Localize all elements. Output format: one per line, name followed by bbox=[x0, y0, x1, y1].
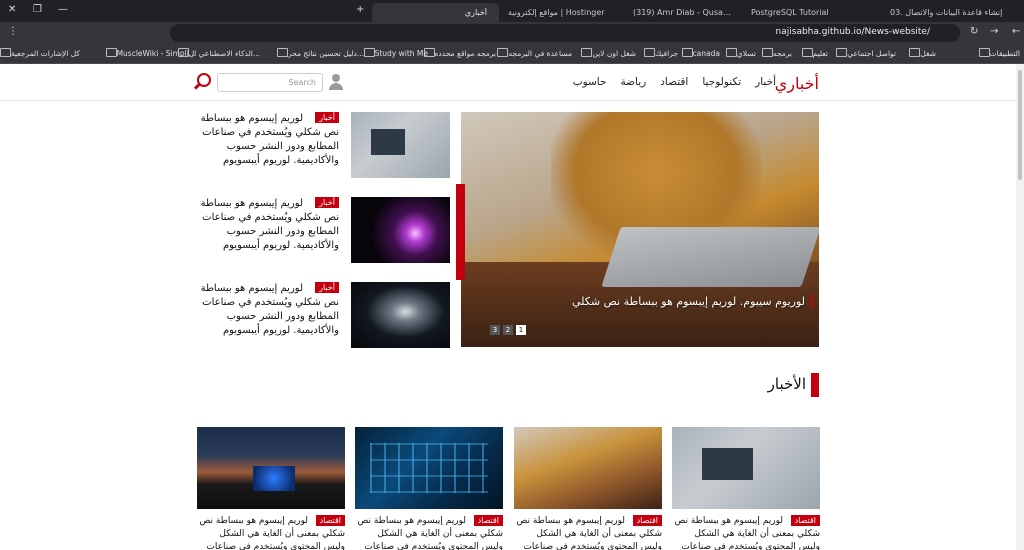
bookmark[interactable]: جرافيك bbox=[641, 48, 678, 58]
bookmark[interactable]: شغل اون لاين bbox=[578, 48, 636, 58]
bookmark[interactable]: Study with Me bbox=[361, 48, 428, 58]
nav-link-computer[interactable]: حاسوب bbox=[573, 76, 607, 88]
browser-toolbar: ⋮ ☆ ← → ↻ najisabha.github.io/News-websi… bbox=[0, 22, 1024, 44]
bookmark[interactable]: برمجه مواقع محدده bbox=[421, 48, 497, 58]
nav-link-economy[interactable]: اقتصاد bbox=[660, 76, 688, 88]
bookmark[interactable]: برمجه bbox=[759, 48, 792, 58]
search-icon[interactable] bbox=[197, 73, 211, 87]
side-news-item[interactable]: لوريم إيبسوم هو ببساطة نص شكلي ويُستخدم … bbox=[200, 197, 450, 263]
hero-caption[interactable]: لوريوم سيبوم. لوريم إيبسوم هو ببساطة نص … bbox=[572, 295, 813, 308]
browser-tab[interactable]: (319) Amr Diab - Qusad Einy | bbox=[625, 3, 742, 22]
search-input[interactable] bbox=[217, 73, 323, 92]
side-news-image bbox=[351, 282, 450, 348]
news-card-image bbox=[672, 427, 820, 509]
bookmark[interactable]: MuscleWiki - Simpli... bbox=[103, 48, 196, 58]
section-title: الأخبار bbox=[767, 375, 806, 393]
slider-page-button[interactable]: 3 bbox=[490, 325, 500, 335]
slider-page-button[interactable]: 2 bbox=[503, 325, 513, 335]
news-card[interactable]: لوريم إيبسوم هو ببساطة نص شكلي بمعنى أن … bbox=[672, 427, 820, 550]
nav-link-technology[interactable]: تكنولوجيا bbox=[702, 76, 741, 88]
site-header: أخباري أخبار تكنولوجيا اقتصاد رياضة حاسو… bbox=[0, 64, 1016, 101]
bookmark[interactable]: شغل bbox=[906, 48, 936, 58]
back-icon[interactable]: ← bbox=[1012, 26, 1020, 37]
hero-accent-bar bbox=[456, 184, 465, 280]
category-badge[interactable]: أخبار bbox=[315, 197, 339, 208]
section-title-bar bbox=[811, 373, 819, 397]
tab-title: أخباري bbox=[464, 8, 487, 17]
tab-title: 03. إنشاء قاعدة البيانات والاتصال bbox=[890, 8, 1003, 17]
browser-tab[interactable]: 03. إنشاء قاعدة البيانات والاتصال bbox=[882, 3, 1024, 22]
tab-title: (319) Amr Diab - Qusad Einy | bbox=[633, 8, 734, 17]
url-text: najisabha.github.io/News-website/ bbox=[775, 27, 930, 37]
new-tab-icon[interactable]: + bbox=[356, 4, 364, 15]
browser-tab[interactable]: PostgreSQL Tutorial bbox=[743, 3, 881, 22]
category-badge[interactable]: اقتصاد bbox=[473, 515, 503, 526]
bookmark[interactable]: كل الإشارات المرجعية bbox=[0, 48, 80, 58]
nav-link-sports[interactable]: رياضة bbox=[621, 76, 647, 88]
menu-icon[interactable]: ⋮ bbox=[8, 26, 18, 37]
bookmarks-bar: التطبيقات شغل تواصل اجتماعي تعليم برمجه … bbox=[0, 44, 1024, 64]
user-icon[interactable] bbox=[328, 73, 344, 91]
news-card[interactable]: لوريم إيبسوم هو ببساطة نص شكلي بمعنى أن … bbox=[197, 427, 345, 550]
bookmark[interactable]: التطبيقات bbox=[976, 48, 1020, 58]
minimize-window-icon[interactable]: — bbox=[58, 4, 68, 15]
scrollbar-thumb[interactable] bbox=[1018, 70, 1022, 180]
nav-link-news[interactable]: أخبار bbox=[755, 76, 776, 88]
site-logo[interactable]: أخباري bbox=[775, 74, 819, 93]
bookmark[interactable]: مساعدة في البرمجه bbox=[494, 48, 572, 58]
news-card-image bbox=[514, 427, 662, 509]
tab-title: مواقع إلكترونية | Hostinger bbox=[508, 8, 605, 17]
category-badge[interactable]: اقتصاد bbox=[315, 515, 345, 526]
bookmark[interactable]: تواصل اجتماعي bbox=[833, 48, 896, 58]
reload-icon[interactable]: ↻ bbox=[970, 26, 978, 37]
bookmark[interactable]: تعليم bbox=[799, 48, 828, 58]
browser-tab[interactable]: مواقع إلكترونية | Hostinger bbox=[500, 3, 624, 22]
browser-tab-bar: ✕ ❐ — + 03. إنشاء قاعدة البيانات والاتصا… bbox=[0, 0, 1024, 22]
hero-slider[interactable] bbox=[461, 112, 819, 347]
address-bar[interactable]: najisabha.github.io/News-website/ bbox=[170, 24, 960, 42]
bookmark[interactable]: canada bbox=[679, 48, 720, 58]
side-news-image bbox=[351, 112, 450, 178]
side-news-item[interactable]: لوريم إيبسوم هو ببساطة نص شكلي ويُستخدم … bbox=[200, 112, 450, 178]
slider-pagination: 3 2 1 bbox=[490, 325, 526, 335]
news-card[interactable]: لوريم إيبسوم هو ببساطة نص شكلي بمعنى أن … bbox=[355, 427, 503, 550]
side-news-item[interactable]: لوريم إيبسوم هو ببساطة نص شكلي ويُستخدم … bbox=[200, 282, 450, 348]
close-window-icon[interactable]: ✕ bbox=[8, 4, 16, 15]
category-badge[interactable]: أخبار bbox=[315, 282, 339, 293]
bookmark[interactable]: تسلاي bbox=[723, 48, 756, 58]
main-nav: أخبار تكنولوجيا اقتصاد رياضة حاسوب bbox=[573, 76, 776, 88]
restore-window-icon[interactable]: ❐ bbox=[33, 4, 42, 15]
category-badge[interactable]: اقتصاد bbox=[632, 515, 662, 526]
category-badge[interactable]: اقتصاد bbox=[790, 515, 820, 526]
tab-title: PostgreSQL Tutorial bbox=[751, 8, 829, 17]
forward-icon[interactable]: → bbox=[990, 26, 998, 37]
category-badge[interactable]: أخبار bbox=[315, 112, 339, 123]
bookmark[interactable]: دليل تحسين نتائج محر... bbox=[274, 48, 364, 58]
side-news-image bbox=[351, 197, 450, 263]
browser-tab-active[interactable]: أخباري bbox=[372, 3, 499, 22]
news-card[interactable]: لوريم إيبسوم هو ببساطة نص شكلي بمعنى أن … bbox=[514, 427, 662, 550]
page-viewport: أخباري أخبار تكنولوجيا اقتصاد رياضة حاسو… bbox=[0, 64, 1016, 550]
page-scrollbar[interactable] bbox=[1016, 64, 1024, 550]
news-card-image bbox=[197, 427, 345, 509]
slider-page-button-active[interactable]: 1 bbox=[516, 325, 526, 335]
news-card-image bbox=[355, 427, 503, 509]
hero-image-laptop bbox=[601, 227, 819, 287]
